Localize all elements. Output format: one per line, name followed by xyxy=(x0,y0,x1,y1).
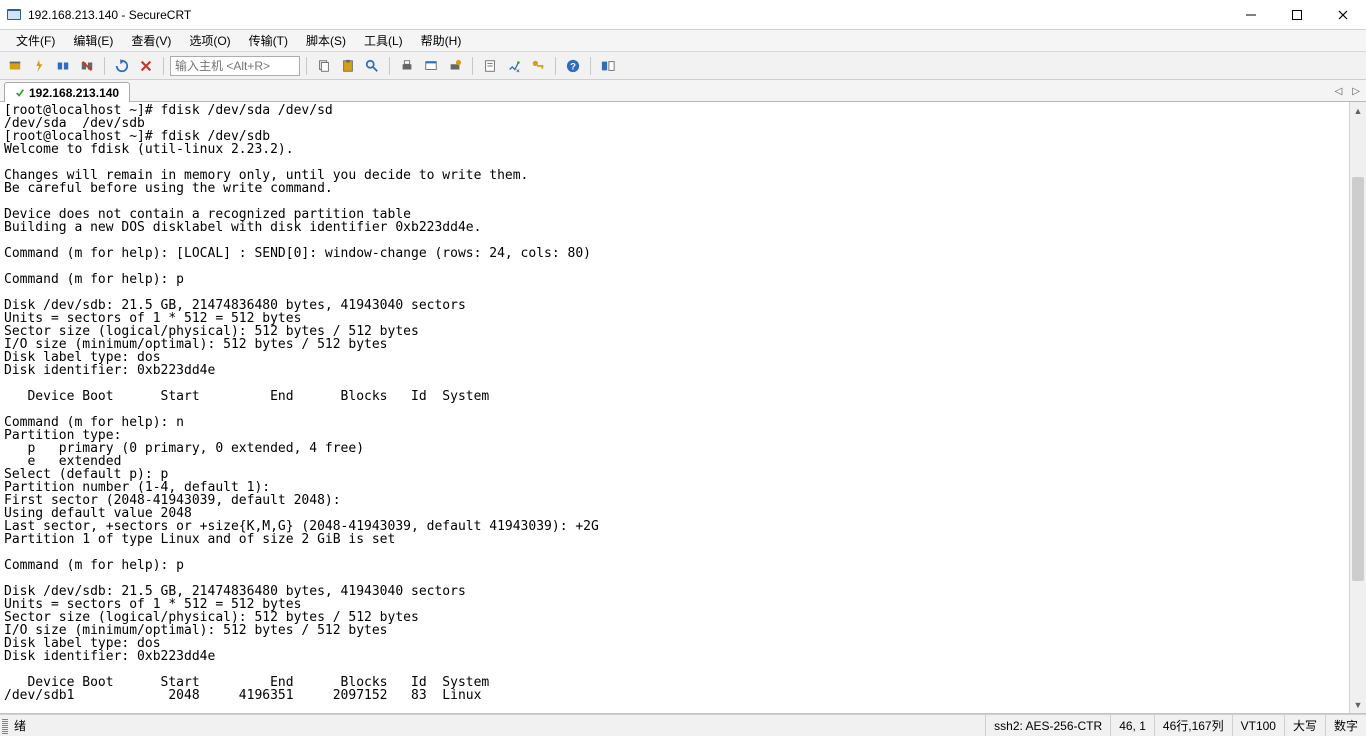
scroll-up-icon[interactable]: ▲ xyxy=(1350,102,1366,119)
status-caps: 大写 xyxy=(1284,715,1325,736)
status-grip-icon xyxy=(2,718,8,734)
menu-file[interactable]: 文件(F) xyxy=(8,30,63,51)
menu-view[interactable]: 查看(V) xyxy=(123,30,179,51)
help-icon[interactable]: ? xyxy=(562,55,584,77)
print-icon[interactable] xyxy=(396,55,418,77)
tab-bar: 192.168.213.140 ◁ ▷ xyxy=(0,80,1366,102)
terminal-output[interactable]: [root@localhost ~]# fdisk /dev/sda /dev/… xyxy=(0,102,1349,713)
print-screen-icon[interactable] xyxy=(420,55,442,77)
host-input[interactable] xyxy=(170,56,300,76)
menu-script[interactable]: 脚本(S) xyxy=(298,30,354,51)
status-bar: 绪 ssh2: AES-256-CTR 46, 1 46行,167列 VT100… xyxy=(0,714,1366,736)
menu-edit[interactable]: 编辑(E) xyxy=(65,30,121,51)
key-icon[interactable] xyxy=(527,55,549,77)
close-button[interactable] xyxy=(1320,0,1366,30)
scroll-down-icon[interactable]: ▼ xyxy=(1350,696,1366,713)
session-manager-icon[interactable] xyxy=(597,55,619,77)
copy-icon[interactable] xyxy=(313,55,335,77)
status-cipher: ssh2: AES-256-CTR xyxy=(985,715,1110,736)
status-term: VT100 xyxy=(1232,715,1284,736)
quick-connect-icon[interactable] xyxy=(28,55,50,77)
svg-text:?: ? xyxy=(570,61,576,72)
status-size: 46行,167列 xyxy=(1154,715,1232,736)
options-icon[interactable] xyxy=(503,55,525,77)
app-icon xyxy=(6,7,22,23)
scroll-track[interactable] xyxy=(1350,119,1366,696)
vertical-scrollbar[interactable]: ▲ ▼ xyxy=(1349,102,1366,713)
tab-prev-icon[interactable]: ◁ xyxy=(1333,85,1345,98)
tab-next-icon[interactable]: ▷ xyxy=(1350,85,1362,98)
disconnect-icon[interactable] xyxy=(76,55,98,77)
scroll-thumb[interactable] xyxy=(1352,177,1364,581)
menu-options[interactable]: 选项(O) xyxy=(181,30,238,51)
print-setup-icon[interactable] xyxy=(444,55,466,77)
menu-transfer[interactable]: 传输(T) xyxy=(241,30,296,51)
menu-help[interactable]: 帮助(H) xyxy=(413,30,470,51)
menu-bar: 文件(F) 编辑(E) 查看(V) 选项(O) 传输(T) 脚本(S) 工具(L… xyxy=(0,30,1366,52)
status-cursor: 46, 1 xyxy=(1110,715,1154,736)
reconnect-icon[interactable] xyxy=(52,55,74,77)
checkmark-icon xyxy=(15,88,25,98)
paste-icon[interactable] xyxy=(337,55,359,77)
tab-label: 192.168.213.140 xyxy=(29,86,119,100)
window-title: 192.168.213.140 - SecureCRT xyxy=(28,8,191,22)
find-icon[interactable] xyxy=(361,55,383,77)
minimize-button[interactable] xyxy=(1228,0,1274,30)
status-ready: 绪 xyxy=(14,717,26,734)
log-session-icon[interactable] xyxy=(479,55,501,77)
session-tab[interactable]: 192.168.213.140 xyxy=(4,82,130,102)
reconnect-all-icon[interactable] xyxy=(111,55,133,77)
terminal-pane: [root@localhost ~]# fdisk /dev/sda /dev/… xyxy=(0,102,1366,714)
connect-icon[interactable] xyxy=(4,55,26,77)
status-num: 数字 xyxy=(1325,715,1366,736)
tab-nav: ◁ ▷ xyxy=(1333,80,1362,102)
maximize-button[interactable] xyxy=(1274,0,1320,30)
title-bar: 192.168.213.140 - SecureCRT xyxy=(0,0,1366,30)
disconnect-red-icon[interactable] xyxy=(135,55,157,77)
menu-tools[interactable]: 工具(L) xyxy=(356,30,411,51)
toolbar: ? xyxy=(0,52,1366,80)
